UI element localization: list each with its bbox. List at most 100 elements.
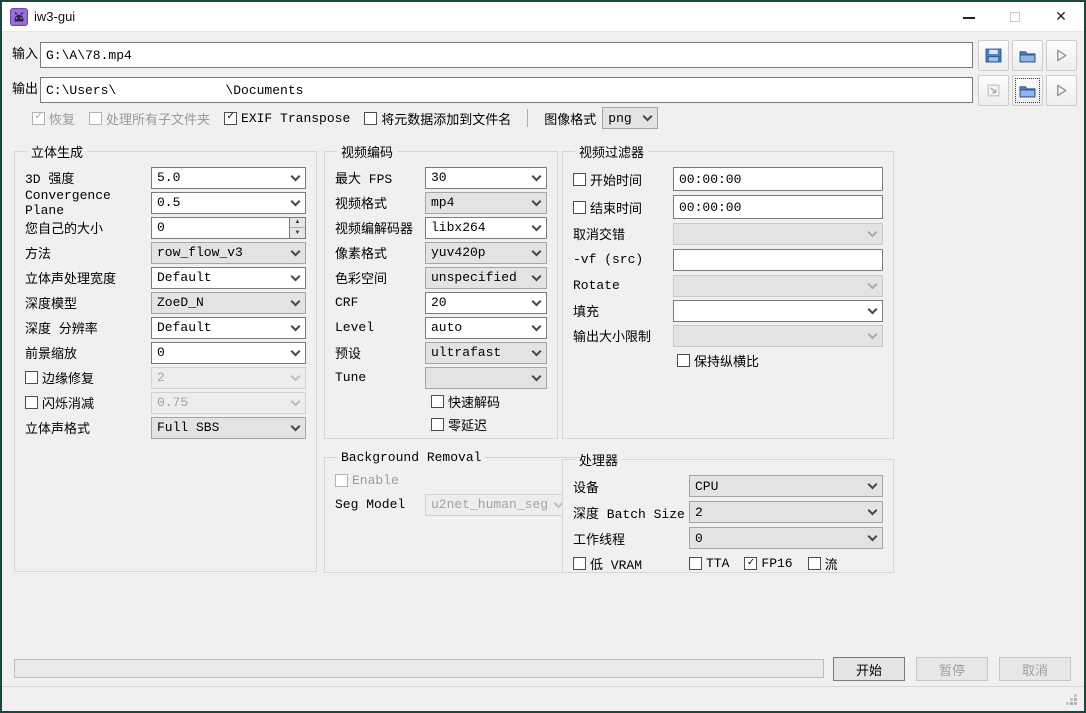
- chevron-down-icon: [868, 329, 878, 339]
- fast-decode-option[interactable]: 快速解码: [431, 392, 500, 411]
- input-file-button[interactable]: [978, 40, 1009, 71]
- max-output-size-label: 输出大小限制: [573, 326, 673, 345]
- colorspace-select[interactable]: unspecified: [425, 267, 547, 289]
- deflicker-option[interactable]: 闪烁消减: [25, 393, 151, 412]
- vf-src-input[interactable]: [673, 249, 883, 271]
- option-recursive[interactable]: 处理所有子文件夹: [89, 109, 210, 128]
- metadata-filename-checkbox[interactable]: [364, 112, 377, 125]
- tta-option[interactable]: TTA: [689, 556, 729, 571]
- recursive-checkbox[interactable]: [89, 112, 102, 125]
- spin-down-button[interactable]: ▼: [290, 228, 305, 238]
- pixel-format-select[interactable]: yuv420p: [425, 242, 547, 264]
- exif-transpose-checkbox[interactable]: [224, 112, 237, 125]
- colorspace-label: 色彩空间: [335, 268, 425, 287]
- tta-checkbox[interactable]: [689, 557, 702, 570]
- start-time-checkbox[interactable]: [573, 173, 586, 186]
- input-folder-button[interactable]: [1012, 40, 1043, 71]
- chevron-down-icon: [868, 227, 878, 237]
- method-select[interactable]: row_flow_v3: [151, 242, 306, 264]
- preset-select[interactable]: ultrafast: [425, 342, 547, 364]
- depth-model-select[interactable]: ZoeD_N: [151, 292, 306, 314]
- output-play-button[interactable]: [1046, 75, 1077, 106]
- resume-label: 恢复: [49, 109, 75, 128]
- spinner-buttons: ▲ ▼: [289, 217, 306, 239]
- edge-fix-checkbox[interactable]: [25, 371, 38, 384]
- low-vram-checkbox[interactable]: [573, 557, 586, 570]
- input-path-field[interactable]: [40, 42, 973, 68]
- deflicker-checkbox[interactable]: [25, 396, 38, 409]
- resume-checkbox[interactable]: [32, 112, 45, 125]
- group-video-title: 视频编码: [337, 142, 397, 161]
- output-auto-button[interactable]: [978, 75, 1009, 106]
- worker-threads-select[interactable]: 0: [689, 527, 883, 549]
- stream-option[interactable]: 流: [808, 554, 838, 573]
- stream-checkbox[interactable]: [808, 557, 821, 570]
- spin-up-button[interactable]: ▲: [290, 218, 305, 229]
- chevron-down-icon: [868, 506, 878, 516]
- zero-latency-checkbox[interactable]: [431, 418, 444, 431]
- tune-select[interactable]: [425, 367, 547, 389]
- fp16-option[interactable]: FP16: [744, 556, 792, 571]
- minimize-button[interactable]: [946, 2, 992, 31]
- end-time-option[interactable]: 结束时间: [573, 198, 673, 217]
- device-select[interactable]: CPU: [689, 475, 883, 497]
- foreground-scale-select[interactable]: 0: [151, 342, 306, 364]
- option-metadata-filename[interactable]: 将元数据添加到文件名: [364, 109, 511, 128]
- stereo-width-select[interactable]: Default: [151, 267, 306, 289]
- output-path-field[interactable]: [40, 77, 973, 103]
- bg-enable-checkbox[interactable]: [335, 474, 348, 487]
- chevron-down-icon: [532, 296, 542, 306]
- edge-fix-option[interactable]: 边缘修复: [25, 368, 151, 387]
- crf-select[interactable]: 20: [425, 292, 547, 314]
- play-icon: [1054, 48, 1069, 63]
- bg-enable-option[interactable]: Enable: [335, 473, 399, 488]
- deflicker-select: 0.75: [151, 392, 306, 414]
- option-exif-transpose[interactable]: EXIF Transpose: [224, 111, 350, 126]
- chevron-down-icon: [291, 396, 301, 406]
- method-label: 方法: [25, 243, 151, 262]
- keep-aspect-option[interactable]: 保持纵横比: [677, 351, 759, 370]
- image-format-select[interactable]: png: [602, 107, 658, 129]
- end-time-checkbox[interactable]: [573, 201, 586, 214]
- input-play-button[interactable]: [1046, 40, 1077, 71]
- own-size-input[interactable]: [151, 217, 289, 239]
- group-processor-title: 处理器: [575, 450, 622, 469]
- recursive-label: 处理所有子文件夹: [106, 109, 210, 128]
- stereo-format-select[interactable]: Full SBS: [151, 417, 306, 439]
- start-time-option[interactable]: 开始时间: [573, 170, 673, 189]
- start-button[interactable]: 开始: [833, 657, 905, 681]
- max-output-size-select[interactable]: [673, 325, 883, 347]
- zero-latency-option[interactable]: 零延迟: [431, 415, 487, 434]
- chevron-down-icon: [643, 112, 653, 122]
- video-codec-select[interactable]: libx264: [425, 217, 547, 239]
- padding-label: 填充: [573, 301, 673, 320]
- chevron-down-icon: [868, 532, 878, 542]
- start-time-input[interactable]: [673, 167, 883, 191]
- depth-resolution-select[interactable]: Default: [151, 317, 306, 339]
- close-button[interactable]: ✕: [1038, 2, 1084, 31]
- rotate-select[interactable]: [673, 275, 883, 297]
- edge-fix-label: 边缘修复: [42, 368, 94, 387]
- max-fps-label: 最大 FPS: [335, 168, 425, 187]
- max-fps-select[interactable]: 30: [425, 167, 547, 189]
- fast-decode-checkbox[interactable]: [431, 395, 444, 408]
- convergence-select[interactable]: 0.5: [151, 192, 306, 214]
- end-time-input[interactable]: [673, 195, 883, 219]
- video-format-select[interactable]: mp4: [425, 192, 547, 214]
- output-folder-button[interactable]: [1012, 75, 1043, 106]
- keep-aspect-checkbox[interactable]: [677, 354, 690, 367]
- deinterlace-select[interactable]: [673, 223, 883, 245]
- maximize-button[interactable]: [992, 2, 1038, 31]
- level-select[interactable]: auto: [425, 317, 547, 339]
- fp16-checkbox[interactable]: [744, 557, 757, 570]
- close-icon: ✕: [1055, 8, 1067, 25]
- low-vram-option[interactable]: 低 VRAM: [573, 554, 689, 573]
- divergence-select[interactable]: 5.0: [151, 167, 306, 189]
- depth-batch-size-select[interactable]: 2: [689, 501, 883, 523]
- resize-grip-icon[interactable]: [1074, 702, 1077, 705]
- padding-select[interactable]: [673, 300, 883, 322]
- group-bgremoval-title: Background Removal: [337, 450, 485, 465]
- chevron-down-icon: [868, 279, 878, 289]
- chevron-down-icon: [532, 196, 542, 206]
- option-resume[interactable]: 恢复: [32, 109, 75, 128]
